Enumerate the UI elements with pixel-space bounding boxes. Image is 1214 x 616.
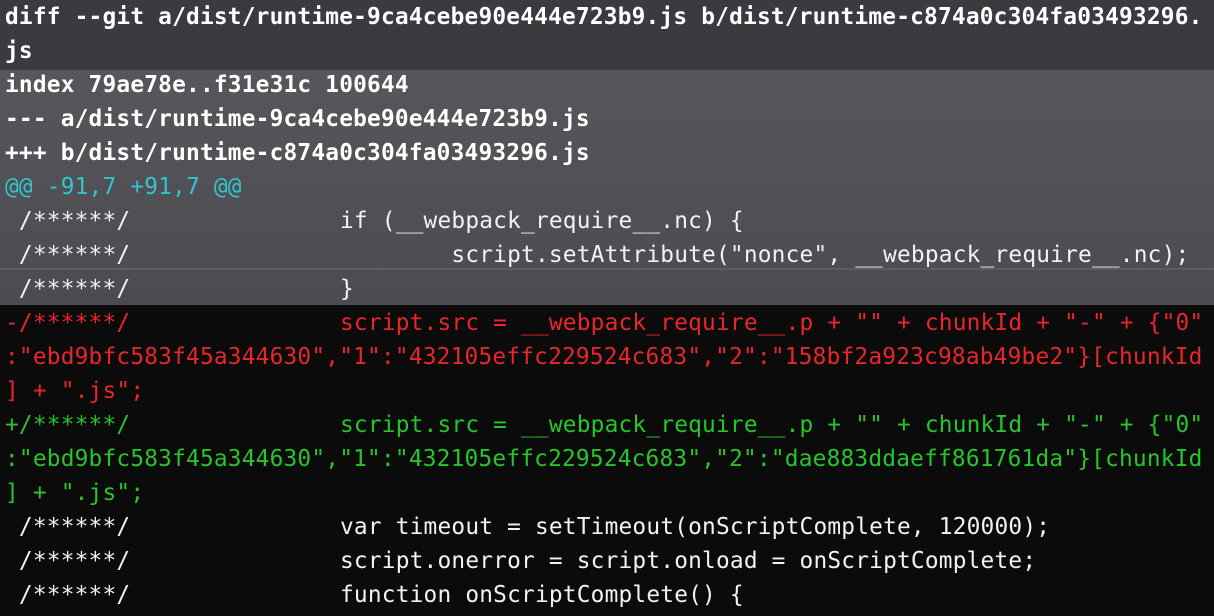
diff-deleted-line: -/******/ script.src = __webpack_require_… [5, 306, 1211, 340]
diff-git-header-line: diff --git a/dist/runtime-9ca4cebe90e444… [5, 4, 1203, 30]
diff-context-line: /******/ script.onerror = script.onload =… [5, 544, 1211, 578]
line-wrap-text: :"ebd9bfc583f45a344630","1":"432105effc2… [5, 446, 1203, 472]
line-code: if (__webpack_require__.nc) { [340, 208, 744, 234]
line-code: script.src = __webpack_require__.p + "" … [340, 310, 1204, 336]
line-code: var timeout = setTimeout(onScriptComplet… [340, 514, 1051, 540]
diff-context-line: /******/} [5, 272, 1211, 306]
line-code: script.src = __webpack_require__.p + "" … [340, 412, 1204, 438]
diff-git-header-wrap: js [5, 38, 33, 64]
diff-deleted-line-wrap: :"ebd9bfc583f45a344630","1":"432105effc2… [5, 340, 1211, 374]
line-wrap-text: ] + ".js"; [5, 378, 145, 404]
diff-context-line: /******/ script.setAttribute("nonce", __… [5, 238, 1211, 272]
line-prefix: /******/ [5, 514, 131, 540]
diff-old-file-line: --- a/dist/runtime-9ca4cebe90e444e723b9.… [5, 106, 590, 132]
line-prefix: -/******/ [5, 310, 131, 336]
line-code: function onScriptComplete() { [340, 582, 744, 608]
diff-index-line: index 79ae78e..f31e31c 100644 [5, 72, 409, 98]
diff-context-line: /******/ var timeout = setTimeout(onScrip… [5, 510, 1211, 544]
diff-context-line: /******/ if (__webpack_require__.nc) { [5, 204, 1211, 238]
line-prefix: /******/ [5, 242, 131, 268]
line-code: } [340, 276, 354, 302]
diff-new-file-line: +++ b/dist/runtime-c874a0c304fa03493296.… [5, 140, 590, 166]
line-code: script.onerror = script.onload = onScrip… [340, 548, 1037, 574]
diff-added-line-wrap: :"ebd9bfc583f45a344630","1":"432105effc2… [5, 442, 1211, 476]
line-prefix: /******/ [5, 582, 131, 608]
terminal-diff-output[interactable]: diff --git a/dist/runtime-9ca4cebe90e444… [5, 0, 1211, 612]
line-prefix: +/******/ [5, 412, 131, 438]
line-code: script.setAttribute("nonce", __webpack_r… [340, 242, 1190, 268]
diff-hunk-header: @@ -91,7 +91,7 @@ [5, 174, 242, 200]
line-wrap-text: ] + ".js"; [5, 480, 145, 506]
line-prefix: /******/ [5, 208, 131, 234]
diff-deleted-line-wrap: ] + ".js"; [5, 374, 1211, 408]
diff-context-line: /******/ function onScriptComplete() { [5, 578, 1211, 612]
line-prefix: /******/ [5, 276, 131, 302]
line-wrap-text: :"ebd9bfc583f45a344630","1":"432105effc2… [5, 344, 1203, 370]
diff-added-line-wrap: ] + ".js"; [5, 476, 1211, 510]
diff-added-line: +/******/ script.src = __webpack_require_… [5, 408, 1211, 442]
line-prefix: /******/ [5, 548, 131, 574]
